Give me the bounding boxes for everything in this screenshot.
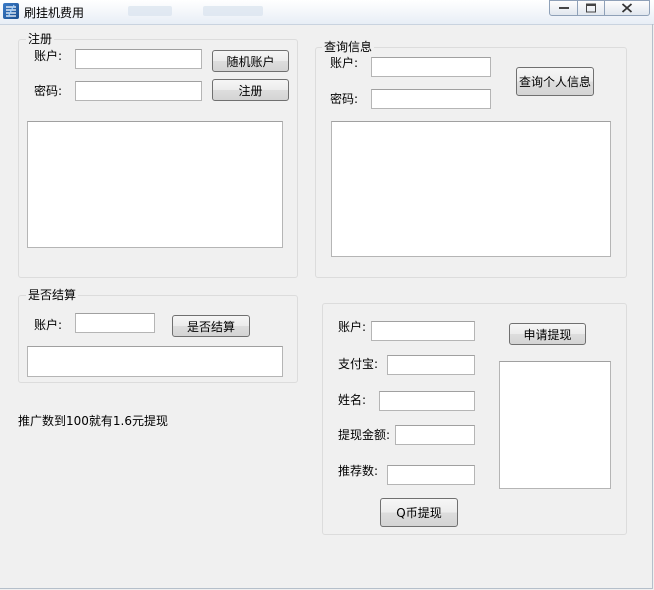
query-account-input[interactable] <box>371 57 491 77</box>
withdraw-output-box[interactable] <box>499 361 611 489</box>
query-group-title: 查询信息 <box>322 40 375 54</box>
register-output-box[interactable] <box>27 121 283 248</box>
title-decoration <box>128 6 172 16</box>
alipay-input[interactable] <box>387 355 475 375</box>
settle-button[interactable]: 是否结算 <box>172 315 250 337</box>
settle-group-title: 是否结算 <box>26 288 79 302</box>
referrals-input[interactable] <box>387 465 475 485</box>
settle-account-input[interactable] <box>75 313 155 333</box>
minimize-icon <box>558 7 569 9</box>
referrals-label: 推荐数: <box>338 464 379 478</box>
window-title: 刷挂机费用 <box>24 6 85 20</box>
amount-label: 提现金额: <box>338 428 391 442</box>
apply-withdraw-button[interactable]: 申请提现 <box>509 323 586 345</box>
query-password-label: 密码: <box>330 92 359 106</box>
promo-text: 推广数到100就有1.6元提现 <box>18 414 168 428</box>
query-output-box[interactable] <box>331 121 611 257</box>
random-account-button[interactable]: 随机账户 <box>212 50 289 72</box>
register-button[interactable]: 注册 <box>212 79 289 101</box>
register-group-title: 注册 <box>26 32 55 46</box>
alipay-label: 支付宝: <box>338 357 379 371</box>
maximize-icon <box>586 3 596 13</box>
register-account-input[interactable] <box>75 49 202 69</box>
amount-input[interactable] <box>395 425 475 445</box>
query-info-button[interactable]: 查询个人信息 <box>516 67 594 96</box>
app-icon <box>3 3 19 19</box>
query-password-input[interactable] <box>371 89 491 109</box>
settle-output-box[interactable] <box>27 346 283 377</box>
maximize-button[interactable] <box>578 0 605 16</box>
qcoin-withdraw-button[interactable]: Q币提现 <box>380 498 458 527</box>
register-password-label: 密码: <box>34 84 63 98</box>
withdraw-account-input[interactable] <box>371 321 475 341</box>
withdraw-account-label: 账户: <box>338 320 367 334</box>
close-button[interactable] <box>605 0 650 16</box>
title-bar[interactable]: 刷挂机费用 <box>0 0 654 25</box>
settle-account-label: 账户: <box>34 318 63 332</box>
name-label: 姓名: <box>338 393 367 407</box>
query-account-label: 账户: <box>330 56 359 70</box>
register-account-label: 账户: <box>34 49 63 63</box>
title-decoration <box>203 6 263 16</box>
close-icon <box>621 3 633 13</box>
name-input[interactable] <box>379 391 475 411</box>
minimize-button[interactable] <box>549 0 578 16</box>
register-password-input[interactable] <box>75 81 202 101</box>
